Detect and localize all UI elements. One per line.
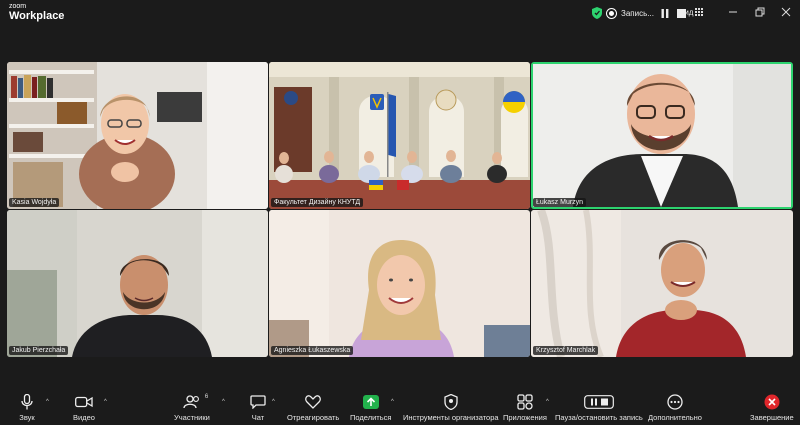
recording-indicator: Запись... bbox=[592, 6, 688, 20]
grid-icon[interactable] bbox=[695, 8, 703, 16]
chat-icon bbox=[249, 394, 267, 410]
video-tile[interactable]: Факультет Дизайну КНУТД bbox=[269, 62, 530, 209]
participant-name: Łukasz Murzyn bbox=[533, 198, 587, 207]
video-options-caret[interactable]: ^ bbox=[104, 399, 107, 405]
video-tile[interactable]: Krzysztof Marchlak bbox=[531, 210, 793, 357]
share-button[interactable]: Поделиться bbox=[350, 394, 391, 422]
meeting-toolbar: Звук ^ Видео ^ 6 Участники ^ Чат ^ Отреа… bbox=[0, 390, 800, 425]
pause-icon[interactable] bbox=[659, 7, 671, 19]
apps-icon bbox=[516, 394, 534, 410]
mic-icon bbox=[18, 394, 36, 410]
end-meeting-button[interactable]: Завершение bbox=[750, 394, 794, 422]
video-feed bbox=[531, 210, 793, 357]
video-tile[interactable]: Kasia Wojdyła bbox=[7, 62, 268, 209]
heart-icon bbox=[304, 394, 322, 410]
video-label: Видео bbox=[73, 413, 95, 422]
brand-big: Workplace bbox=[9, 10, 65, 22]
participants-icon: 6 bbox=[183, 394, 208, 410]
end-x-icon bbox=[763, 394, 781, 410]
react-button[interactable]: Отреагировать bbox=[287, 394, 339, 422]
video-feed bbox=[7, 210, 268, 357]
camera-icon bbox=[75, 394, 93, 410]
video-button[interactable]: Видео bbox=[73, 394, 95, 422]
audio-label: Звук bbox=[19, 413, 35, 422]
share-label: Поделиться bbox=[350, 413, 392, 422]
more-button[interactable]: Дополнительно bbox=[648, 394, 702, 422]
chat-button[interactable]: Чат bbox=[249, 394, 267, 422]
apps-label: Приложения bbox=[503, 413, 547, 422]
title-bar: zoom Workplace Запись... Вид bbox=[0, 0, 800, 26]
more-icon bbox=[666, 394, 684, 410]
participant-name: Agnieszka Łukaszewska bbox=[271, 346, 354, 355]
pause-stop-icon bbox=[583, 394, 614, 410]
shield-icon[interactable] bbox=[592, 7, 602, 19]
react-label: Отреагировать bbox=[287, 413, 340, 422]
video-feed bbox=[269, 210, 530, 357]
end-meeting-label: Завершение bbox=[750, 413, 794, 422]
video-tile-active-speaker[interactable]: Łukasz Murzyn bbox=[531, 62, 793, 209]
view-button[interactable]: Вид bbox=[679, 8, 693, 17]
record-icon bbox=[607, 8, 616, 18]
participant-name: Jakub Pierzchała bbox=[9, 346, 69, 355]
participants-options-caret[interactable]: ^ bbox=[222, 399, 225, 405]
chat-options-caret[interactable]: ^ bbox=[272, 399, 275, 405]
participant-name: Факультет Дизайну КНУТД bbox=[271, 198, 364, 207]
close-icon[interactable] bbox=[781, 7, 791, 17]
host-tools-label: Инструменты организатора bbox=[403, 413, 499, 422]
audio-button[interactable]: Звук bbox=[18, 394, 36, 422]
chat-label: Чат bbox=[251, 413, 265, 422]
participant-name: Krzysztof Marchlak bbox=[533, 346, 599, 355]
minimize-icon[interactable] bbox=[728, 7, 738, 17]
video-feed bbox=[269, 62, 530, 209]
share-options-caret[interactable]: ^ bbox=[391, 399, 394, 405]
video-tile[interactable]: Jakub Pierzchała bbox=[7, 210, 268, 357]
app-brand: zoom Workplace bbox=[9, 3, 64, 22]
brand-small: zoom bbox=[9, 3, 27, 10]
more-label: Дополнительно bbox=[648, 413, 702, 422]
participant-name: Kasia Wojdyła bbox=[9, 198, 60, 207]
restore-icon[interactable] bbox=[755, 7, 765, 17]
apps-options-caret[interactable]: ^ bbox=[546, 399, 549, 405]
video-feed bbox=[7, 62, 268, 209]
share-arrow-icon bbox=[362, 394, 380, 410]
audio-options-caret[interactable]: ^ bbox=[46, 399, 49, 405]
shield-host-icon bbox=[442, 394, 460, 410]
pause-stop-recording-label: Пауза/остановить запись bbox=[555, 413, 643, 422]
participants-label: Участники bbox=[174, 413, 210, 422]
video-feed bbox=[533, 64, 791, 207]
recording-label: Запись... bbox=[621, 8, 654, 18]
host-tools-button[interactable]: Инструменты организатора bbox=[403, 394, 499, 422]
pause-stop-recording-button[interactable]: Пауза/остановить запись bbox=[555, 394, 643, 422]
participants-count: 6 bbox=[204, 394, 209, 400]
video-tile[interactable]: Agnieszka Łukaszewska bbox=[269, 210, 530, 357]
participants-button[interactable]: 6 Участники bbox=[174, 394, 210, 422]
apps-button[interactable]: Приложения bbox=[503, 394, 547, 422]
